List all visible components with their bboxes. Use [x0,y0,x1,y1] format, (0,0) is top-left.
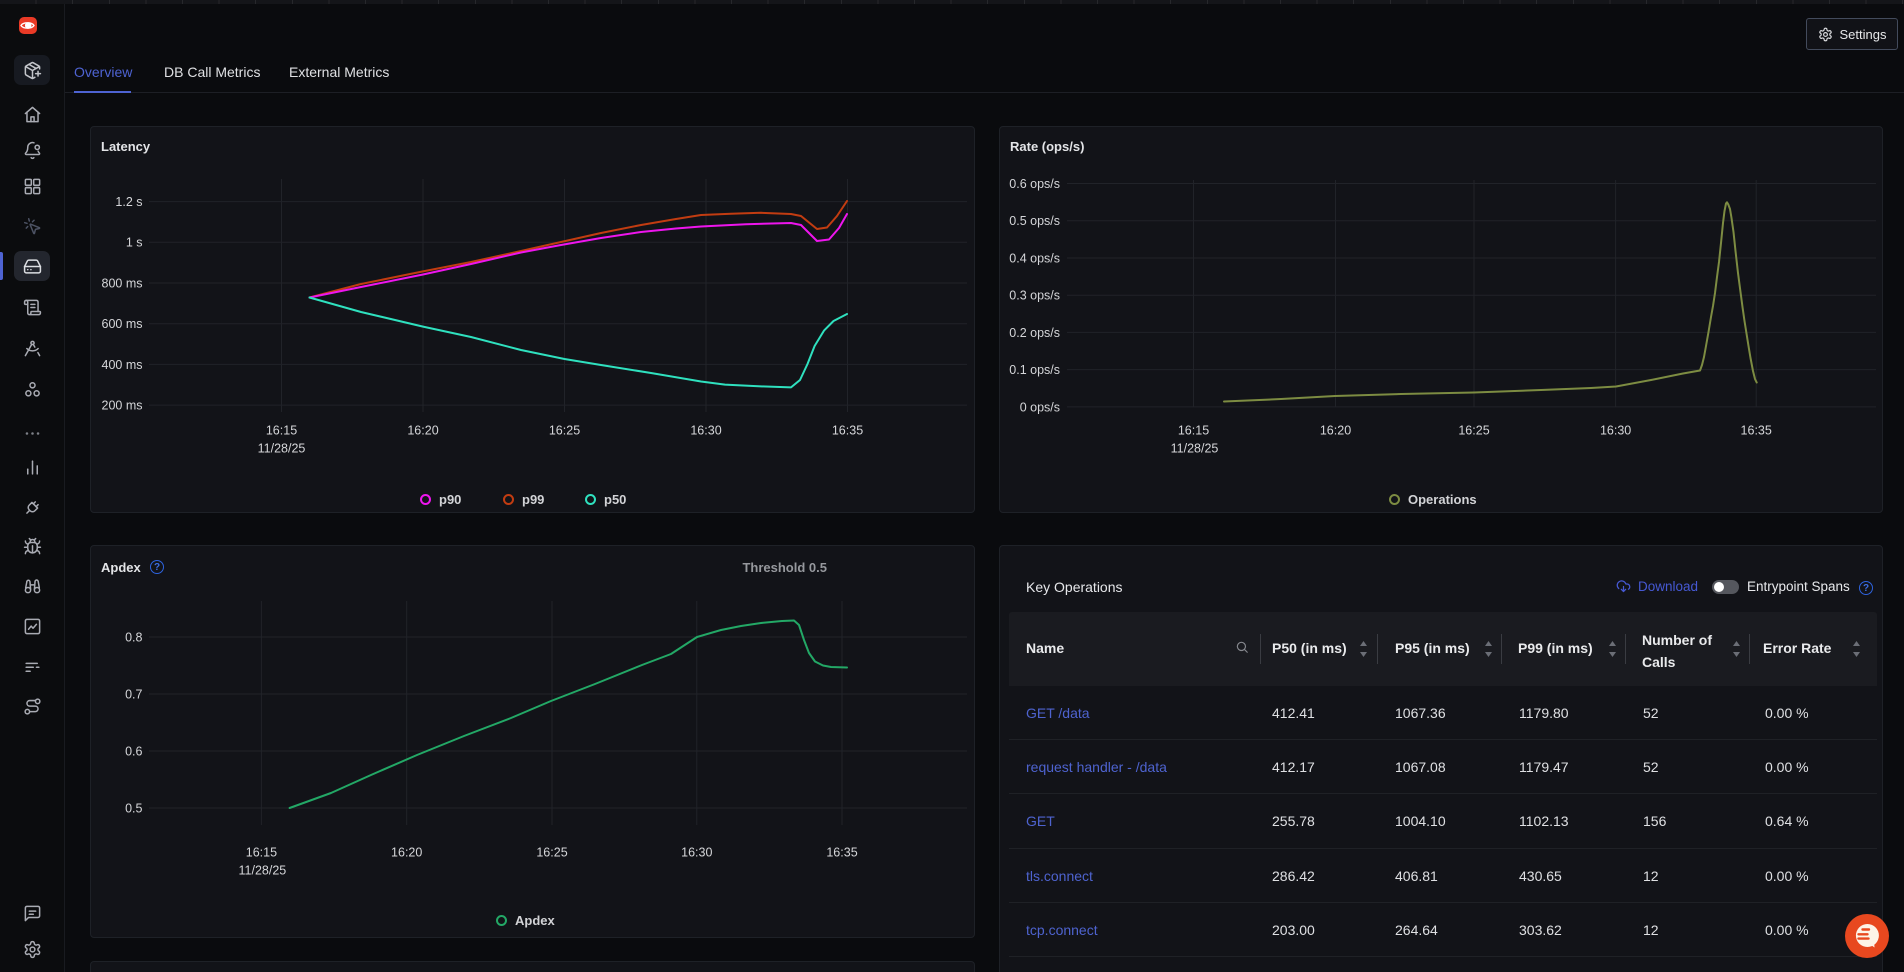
svg-text:16:35: 16:35 [832,424,863,438]
svg-text:400 ms: 400 ms [102,358,143,372]
svg-text:16:30: 16:30 [1600,424,1631,438]
svg-text:16:20: 16:20 [407,424,438,438]
svg-text:16:30: 16:30 [690,424,721,438]
svg-text:1 s: 1 s [126,236,143,250]
svg-text:16:20: 16:20 [1320,424,1351,438]
svg-text:16:25: 16:25 [549,424,580,438]
svg-text:1.2 s: 1.2 s [115,195,142,209]
svg-text:16:35: 16:35 [1741,424,1772,438]
svg-text:11/28/25: 11/28/25 [239,864,287,878]
svg-text:600 ms: 600 ms [102,317,143,331]
svg-text:0.8: 0.8 [125,631,142,645]
svg-text:200 ms: 200 ms [102,399,143,413]
svg-text:0.1 ops/s: 0.1 ops/s [1009,363,1060,377]
svg-text:0.6: 0.6 [125,745,142,759]
svg-text:16:25: 16:25 [536,846,567,860]
svg-text:0.3 ops/s: 0.3 ops/s [1009,289,1060,303]
svg-text:16:25: 16:25 [1458,424,1489,438]
svg-text:0 ops/s: 0 ops/s [1020,400,1060,414]
svg-text:16:20: 16:20 [391,846,422,860]
svg-text:16:15: 16:15 [246,846,277,860]
svg-text:0.7: 0.7 [125,688,142,702]
svg-text:16:30: 16:30 [681,846,712,860]
svg-text:0.6 ops/s: 0.6 ops/s [1009,177,1060,191]
svg-text:0.4 ops/s: 0.4 ops/s [1009,252,1060,266]
svg-text:16:35: 16:35 [826,846,857,860]
svg-text:0.5 ops/s: 0.5 ops/s [1009,214,1060,228]
svg-text:11/28/25: 11/28/25 [258,442,306,456]
svg-text:800 ms: 800 ms [102,276,143,290]
svg-text:16:15: 16:15 [266,424,297,438]
svg-text:0.5: 0.5 [125,802,142,816]
svg-text:0.2 ops/s: 0.2 ops/s [1009,326,1060,340]
svg-text:11/28/25: 11/28/25 [1171,442,1219,456]
svg-text:16:15: 16:15 [1178,424,1209,438]
